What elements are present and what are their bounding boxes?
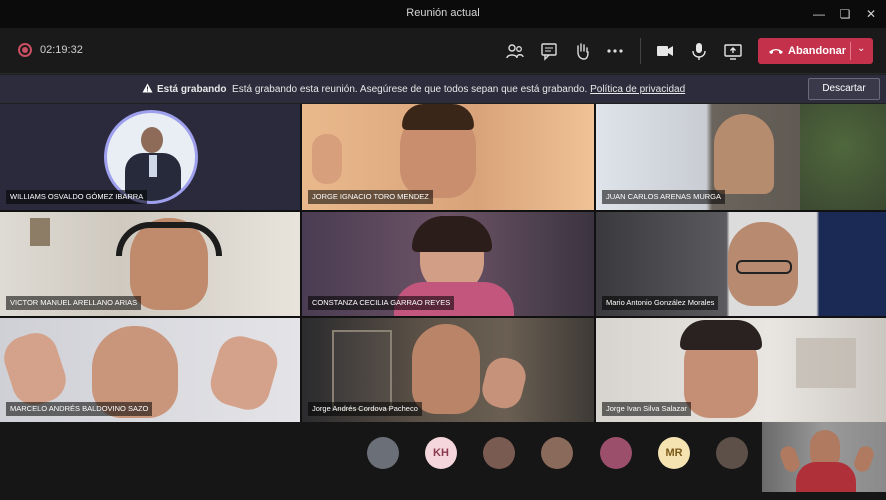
participant-name: CONSTANZA CECILIA GARRAO REYES — [308, 296, 455, 310]
recording-banner: Está grabando Está grabando esta reunión… — [0, 75, 886, 103]
video-grid: WILLIAMS OSVALDO GÓMEZ IBARRA JORGE IGNA… — [0, 104, 886, 422]
banner-text: Está grabando Está grabando esta reunión… — [142, 83, 685, 95]
avatar[interactable]: KH — [425, 437, 457, 469]
participant-tile[interactable]: WILLIAMS OSVALDO GÓMEZ IBARRA — [0, 104, 300, 210]
raise-hand-icon[interactable] — [571, 40, 593, 62]
teams-meeting-window: Reunión actual — ❏ ✕ 02:19:32 Abandonar … — [0, 0, 886, 500]
microphone-icon[interactable] — [688, 40, 710, 62]
leave-label: Abandonar — [788, 45, 847, 57]
participant-name: Mario Antonio González Morales — [602, 296, 719, 310]
avatar[interactable] — [483, 437, 515, 469]
meeting-timer: 02:19:32 — [40, 44, 83, 56]
avatar[interactable] — [716, 437, 748, 469]
self-video-preview[interactable] — [762, 422, 886, 492]
leave-button[interactable]: Abandonar ⌄ — [758, 38, 873, 64]
recording-icon — [18, 43, 32, 57]
minimize-icon[interactable]: — — [808, 4, 830, 24]
avatar[interactable] — [367, 437, 399, 469]
participant-name: JUAN CARLOS ARENAS MURGA — [602, 190, 726, 204]
participant-tile[interactable]: CONSTANZA CECILIA GARRAO REYES — [302, 212, 594, 316]
chevron-down-icon[interactable]: ⌄ — [857, 43, 865, 54]
participant-tile[interactable]: VICTOR MANUEL ARELLANO ARIAS — [0, 212, 300, 316]
participant-name: WILLIAMS OSVALDO GÓMEZ IBARRA — [6, 190, 148, 204]
participant-name: Jorge Andrés Cordova Pacheco — [308, 402, 422, 416]
participant-tile[interactable]: JUAN CARLOS ARENAS MURGA — [596, 104, 886, 210]
more-options-icon[interactable] — [604, 40, 626, 62]
window-title: Reunión actual — [406, 7, 480, 19]
participant-tile[interactable]: Jorge Andrés Cordova Pacheco — [302, 318, 594, 422]
participant-name: MARCELO ANDRÉS BALDOVINO SAZO — [6, 402, 153, 416]
participant-tile[interactable]: JORGE IGNACIO TORO MENDEZ — [302, 104, 594, 210]
avatar[interactable]: MR — [658, 437, 690, 469]
camera-icon[interactable] — [654, 40, 676, 62]
banner-title: Está grabando — [157, 84, 227, 95]
participant-video — [714, 114, 774, 194]
chat-icon[interactable] — [538, 40, 560, 62]
dismiss-button[interactable]: Descartar — [808, 78, 880, 100]
participant-tile[interactable]: Jorge Ivan Silva Salazar — [596, 318, 886, 422]
participant-name: VICTOR MANUEL ARELLANO ARIAS — [6, 296, 142, 310]
participant-overflow-bar: KH MR — [0, 422, 886, 500]
toolbar-divider — [640, 38, 641, 64]
hang-up-icon — [769, 49, 783, 54]
participant-name: JORGE IGNACIO TORO MENDEZ — [308, 190, 433, 204]
restore-icon[interactable]: ❏ — [834, 4, 856, 24]
privacy-policy-link[interactable]: Política de privacidad — [590, 84, 685, 95]
participant-name: Jorge Ivan Silva Salazar — [602, 402, 691, 416]
participant-video — [412, 324, 480, 414]
participants-icon[interactable] — [504, 40, 526, 62]
participant-tile[interactable]: Mario Antonio González Morales — [596, 212, 886, 316]
warning-icon — [142, 83, 153, 93]
banner-message: Está grabando esta reunión. Asegúrese de… — [232, 84, 588, 95]
avatar[interactable] — [600, 437, 632, 469]
close-icon[interactable]: ✕ — [860, 4, 882, 24]
meeting-toolbar: 02:19:32 Abandonar ⌄ — [0, 28, 886, 74]
avatar[interactable] — [541, 437, 573, 469]
participant-tile[interactable]: MARCELO ANDRÉS BALDOVINO SAZO — [0, 318, 300, 422]
share-screen-icon[interactable] — [722, 40, 744, 62]
title-bar: Reunión actual — ❏ ✕ — [0, 0, 886, 28]
leave-divider — [850, 42, 851, 60]
